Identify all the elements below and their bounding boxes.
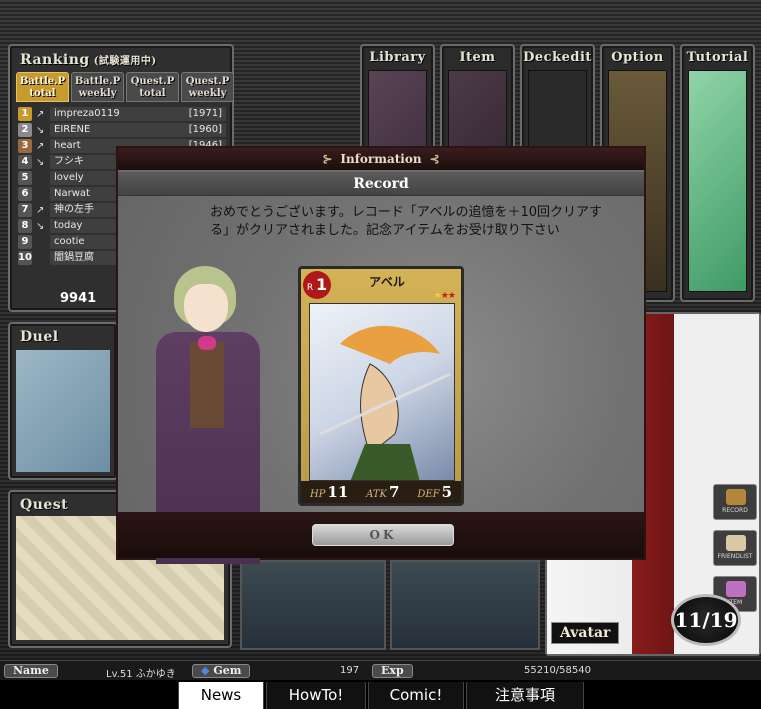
card-stat-def: DEF 5 (417, 483, 453, 501)
trend-up-icon: ↗ (36, 140, 45, 152)
status-bar: Name Lv.51 ふかゆき ◆ Gem 197 Exp 55210/5854… (0, 660, 761, 680)
duel-panel[interactable]: Duel (8, 322, 118, 480)
potion-icon (726, 581, 746, 597)
ranking-row[interactable]: 1 ↗ impreza0119 [1971] (18, 106, 226, 122)
trend-up-icon: ↗ (36, 108, 45, 120)
dialog-message: おめでとうございます。レコード「アベルの追憶を＋10回クリアする」がクリアされま… (210, 205, 602, 238)
scene-right (390, 560, 540, 650)
menu-deckedit-label: Deckedit (523, 50, 592, 65)
card-name: アベル (369, 275, 405, 289)
ranking-subtitle: (試験運用中) (93, 56, 157, 67)
card-art (309, 303, 455, 481)
friendlist-button[interactable]: FRIENDLIST (713, 530, 757, 566)
handshake-icon (726, 535, 746, 551)
my-score: 9941 (60, 291, 97, 306)
avatar-count-badge: 11/19 (671, 594, 741, 646)
card-stats: HP 11 ATK 7 DEF 5 (301, 481, 461, 503)
menu-option-label: Option (611, 50, 664, 65)
tab-comic[interactable]: Comic! (368, 682, 464, 709)
dialog-footer: OK (118, 512, 644, 558)
tutorial-art (688, 70, 747, 292)
menu-library-label: Library (369, 50, 426, 65)
tab-battle-weekly[interactable]: Battle.P weekly (71, 72, 124, 102)
ok-button[interactable]: OK (312, 524, 454, 546)
scene-left (240, 560, 386, 650)
tab-howto[interactable]: HowTo! (266, 682, 366, 709)
ranking-tabs: Battle.P total Battle.P weekly Quest.P tota… (16, 72, 234, 102)
gem-value: 197 (340, 665, 360, 676)
ranking-title-text: Ranking (20, 52, 90, 68)
menu-tutorial[interactable]: Tutorial (680, 44, 755, 302)
trend-down-icon: ↘ (36, 156, 45, 168)
menu-item-label: Item (459, 50, 496, 65)
information-dialog: ⊱ Information ⊰ Record おめでとうございます。レコード「アベル… (116, 146, 646, 564)
trophy-icon (726, 489, 746, 505)
quest-title: Quest (20, 497, 69, 513)
ornament-icon: ⊱ (322, 152, 333, 166)
name-tag: Name (4, 664, 58, 678)
card-stat-hp: HP 11 (309, 483, 349, 501)
tab-battle-total[interactable]: Battle.P total (16, 72, 69, 102)
dialog-subheader: Record (118, 172, 644, 196)
bottom-nav: News HowTo! Comic! 注意事項 (0, 680, 761, 709)
duel-art (16, 350, 110, 472)
trend-up-icon: ↗ (36, 204, 45, 216)
duel-title: Duel (20, 329, 59, 345)
player-level-name: Lv.51 ふかゆき (106, 669, 176, 680)
dialog-header-text: Information (340, 152, 422, 166)
gem-icon: ◆ (201, 664, 210, 677)
gem-tag: ◆ Gem (192, 664, 251, 678)
card-rank: R 1 (303, 271, 331, 299)
card-stars-icon: ★★★ (433, 291, 456, 301)
card-stat-atk: ATK 7 (366, 483, 400, 501)
tab-quest-weekly[interactable]: Quest.P weekly (181, 72, 234, 102)
tab-quest-total[interactable]: Quest.P total (126, 72, 179, 102)
exp-tag: Exp (372, 664, 413, 678)
trend-down-icon: ↘ (36, 220, 45, 232)
reward-card: R 1 アベル ★★★ HP 11 ATK 7 DEF 5 (298, 266, 464, 506)
dialog-body: おめでとうございます。レコード「アベルの追憶を＋10回クリアする」がクリアされま… (118, 196, 644, 564)
trend-down-icon: ↘ (36, 124, 45, 136)
tab-notice[interactable]: 注意事項 (466, 682, 584, 709)
exp-value: 55210/58540 (524, 665, 591, 676)
tab-news[interactable]: News (178, 682, 264, 709)
game-stage: Ranking (試験運用中) Battle.P total Battle.P wee… (0, 0, 761, 680)
ranking-row[interactable]: 2 ↘ EIRENE [1960] (18, 122, 226, 138)
ranking-title: Ranking (試験運用中) (20, 52, 157, 68)
avatar-label: Avatar (551, 622, 620, 644)
record-button[interactable]: RECORD (713, 484, 757, 520)
dialog-header: ⊱ Information ⊰ (118, 148, 644, 170)
menu-tutorial-label: Tutorial (686, 50, 749, 65)
ornament-icon: ⊰ (429, 152, 440, 166)
